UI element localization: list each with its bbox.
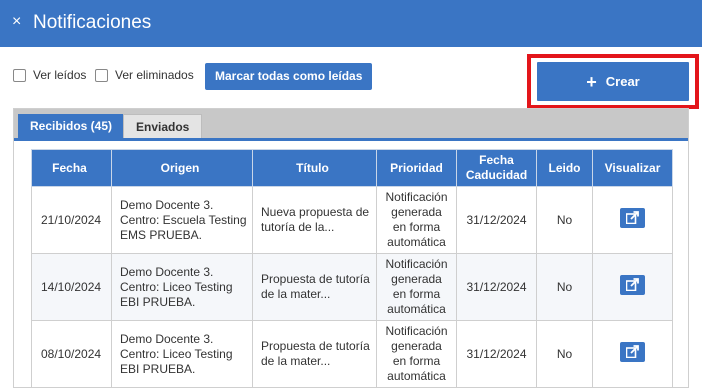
prioridad-line: automática (387, 235, 446, 249)
prioridad-line: en forma (392, 287, 441, 301)
tab-recibidos[interactable]: Recibidos (45) (18, 114, 125, 138)
cell-prioridad: Notificación generada en forma automátic… (376, 186, 457, 254)
cell-visualizar (592, 186, 673, 254)
origen-line: EBI PRUEBA. (120, 361, 196, 376)
tab-enviados[interactable]: Enviados (123, 114, 203, 138)
origen-line: Centro: Liceo Testing (120, 279, 233, 294)
origen-line: EMS PRUEBA. (120, 227, 203, 242)
window-title: Notificaciones (33, 12, 152, 33)
cell-titulo: Propuesta de tutoría de la mater... (252, 320, 377, 388)
view-button[interactable] (620, 342, 645, 362)
view-button[interactable] (620, 275, 645, 295)
header-prioridad[interactable]: Prioridad (376, 149, 457, 187)
titulo-line: Propuesta de tutoría (261, 272, 370, 286)
mark-all-read-button[interactable]: Marcar todas como leídas (205, 63, 373, 90)
external-link-icon (626, 278, 639, 291)
external-link-icon (626, 345, 639, 358)
notifications-table: Fecha Origen Título Prioridad Fecha Cadu… (31, 149, 673, 388)
checkbox-box[interactable] (13, 68, 26, 82)
ver-eliminados-label: Ver eliminados (115, 68, 194, 82)
ver-leidos-label: Ver leídos (33, 68, 87, 82)
titulo-line: Propuesta de tutoría (261, 339, 370, 353)
view-button[interactable] (620, 208, 645, 228)
origen-line: EBI PRUEBA. (120, 294, 196, 309)
tab-underline (14, 138, 688, 141)
header-fecha-caducidad-label: Fecha Caducidad (465, 153, 528, 182)
header-leido[interactable]: Leido (536, 149, 593, 187)
origen-line: Demo Docente 3. (120, 264, 214, 279)
header-visualizar: Visualizar (592, 149, 673, 187)
prioridad-line: generada (391, 339, 442, 353)
cell-caducidad: 31/12/2024 (456, 253, 537, 321)
cell-origen: Demo Docente 3. Centro: Escuela Testing … (111, 186, 253, 254)
table-row[interactable]: 08/10/2024 Demo Docente 3. Centro: Liceo… (31, 320, 673, 388)
checkbox-box[interactable] (95, 68, 108, 82)
cell-leido: No (536, 186, 593, 254)
header-fecha[interactable]: Fecha (31, 149, 112, 187)
cell-titulo: Nueva propuesta de tutoría de la... (252, 186, 377, 254)
origen-line: Demo Docente 3. (120, 331, 214, 346)
cell-titulo: Propuesta de tutoría de la mater... (252, 253, 377, 321)
prioridad-line: Notificación (385, 324, 448, 338)
origen-line: Demo Docente 3. (120, 197, 214, 212)
cell-fecha: 14/10/2024 (31, 253, 112, 321)
cell-leido: No (536, 320, 593, 388)
window-titlebar: × Notificaciones (0, 0, 702, 47)
cell-leido: No (536, 253, 593, 321)
origen-line: Centro: Liceo Testing (120, 346, 233, 361)
ver-leidos-checkbox[interactable]: Ver leídos (13, 68, 86, 82)
cell-prioridad: Notificación generada en forma automátic… (376, 320, 457, 388)
prioridad-line: generada (391, 205, 442, 219)
tab-bar: Recibidos (45) Enviados (14, 109, 688, 138)
prioridad-line: generada (391, 272, 442, 286)
crear-label: Crear (605, 74, 640, 89)
cell-visualizar (592, 320, 673, 388)
titulo-line: de la mater... (261, 287, 331, 301)
prioridad-line: automática (387, 302, 446, 316)
table-header-row: Fecha Origen Título Prioridad Fecha Cadu… (31, 149, 673, 187)
table-row[interactable]: 21/10/2024 Demo Docente 3. Centro: Escue… (31, 186, 673, 254)
origen-line: Centro: Escuela Testing (120, 212, 247, 227)
cell-caducidad: 31/12/2024 (456, 186, 537, 254)
titulo-line: Nueva propuesta de (261, 205, 370, 219)
cell-caducidad: 31/12/2024 (456, 320, 537, 388)
header-fecha-caducidad[interactable]: Fecha Caducidad (456, 149, 537, 187)
prioridad-line: en forma (392, 220, 441, 234)
cell-origen: Demo Docente 3. Centro: Liceo Testing EB… (111, 320, 253, 388)
titulo-line: tutoría de la... (261, 220, 335, 234)
prioridad-line: en forma (392, 354, 441, 368)
notifications-panel: Recibidos (45) Enviados Fecha Origen Tít… (13, 108, 689, 388)
header-origen[interactable]: Origen (111, 149, 253, 187)
cell-origen: Demo Docente 3. Centro: Liceo Testing EB… (111, 253, 253, 321)
cell-fecha: 08/10/2024 (31, 320, 112, 388)
cell-visualizar (592, 253, 673, 321)
prioridad-line: Notificación (385, 257, 448, 271)
titulo-line: de la mater... (261, 354, 331, 368)
prioridad-line: Notificación (385, 190, 448, 204)
close-icon[interactable]: × (12, 12, 21, 32)
crear-button[interactable]: + Crear (537, 62, 689, 101)
ver-eliminados-checkbox[interactable]: Ver eliminados (95, 68, 194, 82)
header-titulo[interactable]: Título (252, 149, 377, 187)
table-row[interactable]: 14/10/2024 Demo Docente 3. Centro: Liceo… (31, 253, 673, 321)
plus-icon: + (586, 71, 597, 92)
cell-fecha: 21/10/2024 (31, 186, 112, 254)
external-link-icon (626, 211, 639, 224)
cell-prioridad: Notificación generada en forma automátic… (376, 253, 457, 321)
